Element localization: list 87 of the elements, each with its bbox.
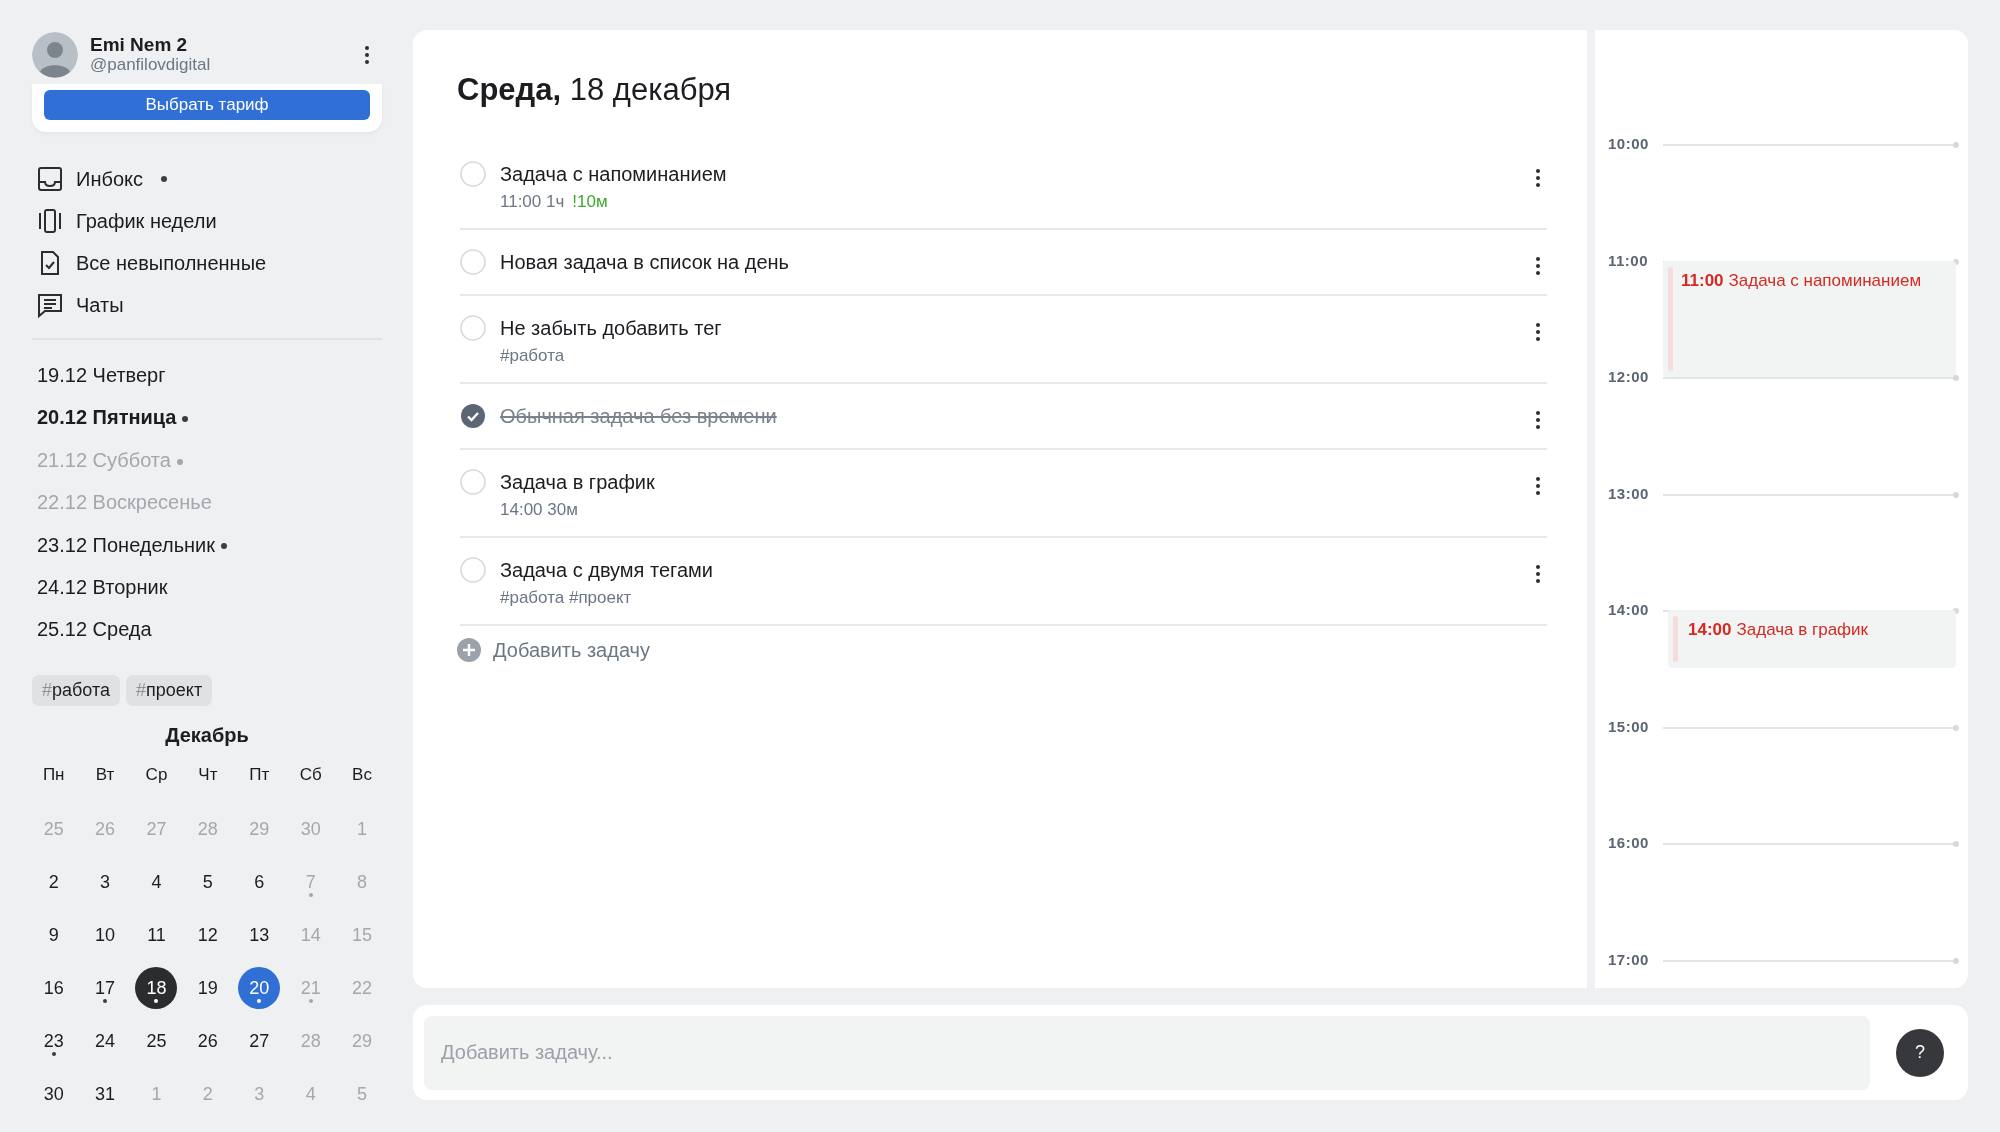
calendar-day[interactable]: 3 bbox=[84, 861, 127, 904]
task-title[interactable]: Обычная задача без времени bbox=[500, 399, 777, 433]
choose-plan-button[interactable]: Выбрать тариф bbox=[44, 90, 370, 120]
day-link[interactable]: 24.12 Вторник bbox=[32, 565, 168, 609]
help-button[interactable]: ? bbox=[1896, 1028, 1944, 1077]
task-title[interactable]: Задача в график bbox=[500, 465, 655, 499]
chat-icon bbox=[36, 291, 64, 319]
calendar-event[interactable]: 14:00 Задача в график bbox=[1668, 610, 1956, 668]
day-link[interactable]: 23.12 Понедельник bbox=[32, 523, 228, 566]
hour-label: 10:00 bbox=[1608, 135, 1649, 153]
hour-label: 14:00 bbox=[1608, 601, 1649, 619]
hour-label: 12:00 bbox=[1608, 368, 1649, 386]
calendar-day[interactable]: 4 bbox=[135, 861, 178, 904]
checkbox[interactable] bbox=[460, 249, 486, 275]
plus-icon bbox=[457, 638, 481, 662]
hour-label: 11:00 bbox=[1608, 251, 1649, 270]
task-time: 14:00 30м bbox=[500, 499, 578, 521]
weekday-label: Пт bbox=[249, 764, 270, 784]
calendar-day[interactable]: 2 bbox=[32, 861, 75, 904]
calendar-day[interactable]: 6 bbox=[238, 861, 281, 904]
more-icon[interactable] bbox=[1535, 322, 1541, 342]
nav-item[interactable]: Все невыполненные bbox=[32, 242, 267, 284]
calendar-day[interactable]: 19 bbox=[186, 967, 229, 1010]
nav-item[interactable]: Инбокс bbox=[32, 158, 167, 200]
tag-chip[interactable]: #работа bbox=[32, 674, 120, 706]
checkbox[interactable] bbox=[460, 161, 486, 187]
weekday-label: Пн bbox=[42, 764, 65, 784]
calendar-day[interactable]: 30 bbox=[32, 1073, 75, 1116]
calendar-day[interactable]: 10 bbox=[84, 914, 127, 957]
calendar-day[interactable]: 23 bbox=[32, 1020, 75, 1063]
weekday-label: Чт bbox=[198, 764, 218, 784]
calendar-day[interactable]: 16 bbox=[32, 967, 75, 1010]
task-title[interactable]: Новая задача в список на день bbox=[500, 245, 790, 279]
task-tags: #работа bbox=[500, 345, 565, 367]
more-icon[interactable] bbox=[364, 45, 370, 65]
calendar-day[interactable]: 9 bbox=[32, 914, 75, 957]
day-link[interactable]: 19.12 Четверг bbox=[32, 354, 166, 397]
hour-label: 17:00 bbox=[1608, 950, 1649, 969]
calendar-day[interactable]: 5 bbox=[186, 861, 229, 904]
checked-checkbox[interactable] bbox=[460, 403, 486, 429]
more-icon[interactable] bbox=[1535, 564, 1541, 584]
columns-icon bbox=[36, 207, 64, 235]
more-icon[interactable] bbox=[1535, 168, 1541, 188]
calendar-day[interactable]: 11 bbox=[135, 914, 178, 957]
nav-item[interactable]: График недели bbox=[32, 200, 217, 242]
calendar-day[interactable]: 26 bbox=[186, 1020, 229, 1063]
more-icon[interactable] bbox=[1535, 410, 1541, 430]
calendar-day[interactable]: 13 bbox=[238, 914, 281, 957]
user-handle: @panfilovdigital bbox=[90, 55, 211, 75]
checkbox[interactable] bbox=[460, 315, 486, 341]
weekday-label: Вс bbox=[352, 764, 372, 784]
calendar-day[interactable]: 12 bbox=[186, 914, 229, 957]
task-title[interactable]: Задача с двумя тегами bbox=[500, 553, 713, 587]
calendar-day[interactable]: 31 bbox=[84, 1073, 127, 1116]
task-title[interactable]: Задача с напоминанием bbox=[500, 157, 727, 191]
month-title: Декабрь bbox=[165, 723, 249, 747]
weekday-label: Вт bbox=[95, 764, 115, 784]
day-link[interactable]: 25.12 Среда bbox=[32, 608, 152, 651]
calendar-day[interactable]: 18 bbox=[135, 967, 178, 1010]
calendar-day[interactable]: 17 bbox=[84, 967, 127, 1010]
day-title: Среда, 18 декабря bbox=[457, 72, 732, 108]
add-task-link[interactable]: Добавить задачу bbox=[457, 638, 650, 662]
checkbox[interactable] bbox=[460, 469, 486, 495]
inbox-tray-icon bbox=[36, 165, 64, 193]
calendar-day[interactable]: 24 bbox=[84, 1020, 127, 1063]
weekday-label: Ср bbox=[145, 764, 168, 784]
more-icon[interactable] bbox=[1535, 256, 1541, 276]
avatar bbox=[32, 32, 78, 78]
task-tags: #работа #проект bbox=[500, 587, 632, 609]
calendar-day[interactable]: 20 bbox=[238, 967, 281, 1010]
task-title[interactable]: Не забыть добавить тег bbox=[500, 311, 722, 345]
quick-add-field[interactable]: Добавить задачу... bbox=[424, 1015, 1870, 1090]
checkbox[interactable] bbox=[460, 557, 486, 583]
hour-label: 15:00 bbox=[1608, 717, 1649, 736]
more-icon[interactable] bbox=[1535, 476, 1541, 496]
tag-chip[interactable]: #проект bbox=[126, 674, 213, 706]
hour-label: 16:00 bbox=[1608, 834, 1649, 852]
reminder-label: !10м bbox=[572, 191, 608, 213]
weekday-label: Сб bbox=[299, 764, 322, 784]
calendar-day[interactable]: 27 bbox=[238, 1020, 281, 1063]
calendar-event[interactable]: 11:00 Задача с напоминанием bbox=[1663, 260, 1956, 377]
nav-item[interactable]: Чаты bbox=[32, 284, 124, 326]
hour-label: 13:00 bbox=[1608, 484, 1649, 503]
day-link[interactable]: 20.12 Пятница bbox=[32, 396, 189, 439]
calendar-day[interactable]: 25 bbox=[135, 1020, 178, 1063]
task-time: 11:00 1ч bbox=[500, 191, 565, 213]
user-name: Emi Nem 2 bbox=[90, 35, 188, 55]
